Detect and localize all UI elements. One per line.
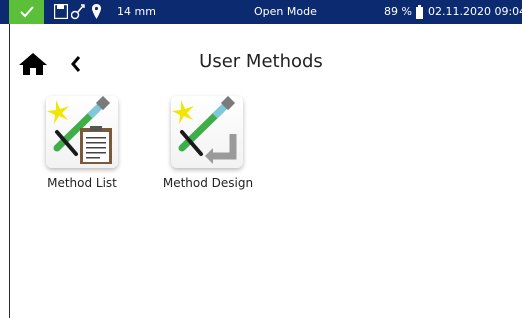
battery-percentage: 89 %	[384, 5, 412, 18]
method-design-icon[interactable]	[171, 95, 243, 168]
save-icon[interactable]	[54, 4, 68, 19]
cuvette-icon[interactable]	[71, 4, 85, 20]
mode-label: Open Mode	[254, 5, 317, 18]
check-icon	[19, 6, 34, 18]
location-pin-icon[interactable]	[92, 4, 101, 19]
battery-icon	[416, 5, 423, 19]
page-title: User Methods	[199, 51, 323, 72]
method-list-icon[interactable]	[46, 95, 118, 168]
measure-value: 14 mm	[117, 5, 156, 18]
method-list-label: Method List	[47, 176, 117, 190]
date-time: 02.11.2020 09:04	[428, 5, 522, 18]
status-bar: 14 mm Open Mode 89 % 02.11.2020 09:04	[0, 0, 522, 24]
status-ok-indicator[interactable]	[9, 0, 44, 24]
method-design-label: Method Design	[162, 176, 254, 190]
